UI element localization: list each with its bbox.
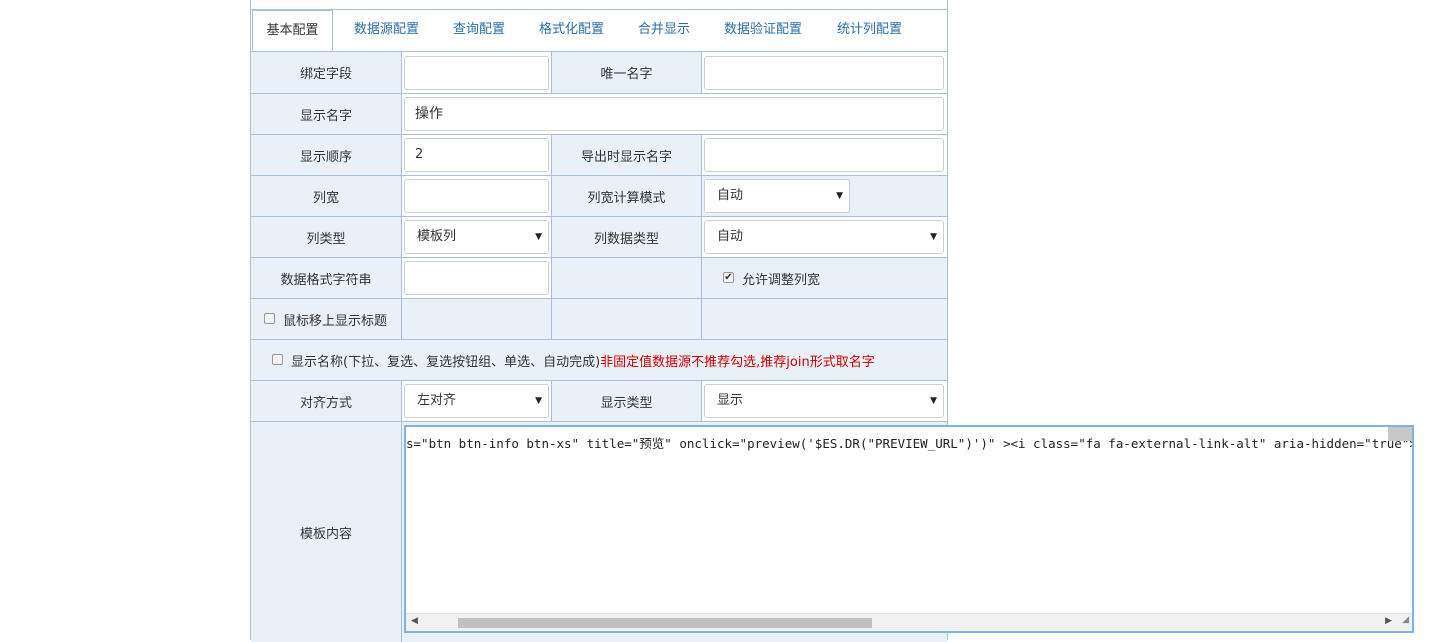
show-name-checkbox[interactable] <box>272 353 283 365</box>
unique-name-cell <box>702 52 947 93</box>
chevron-down-icon: ▼ <box>836 191 843 201</box>
align-value: 左对齐 <box>417 393 457 408</box>
empty-cell <box>702 299 947 339</box>
row-display-order: 显示顺序 2 导出时显示名字 <box>251 135 947 176</box>
bind-field-cell <box>402 52 552 93</box>
export-name-input[interactable] <box>704 138 944 172</box>
vertical-scrollbar[interactable] <box>1388 427 1412 441</box>
chevron-down-icon: ▼ <box>930 232 937 242</box>
display-type-label: 显示类型 <box>552 381 702 421</box>
row-display-name: 显示名字 操作 <box>251 94 947 135</box>
template-label: 模板内容 <box>251 422 402 642</box>
scroll-right-icon[interactable]: ▶ <box>1385 616 1392 626</box>
column-type-label: 列类型 <box>251 217 402 257</box>
scrollbar-thumb[interactable] <box>458 618 872 628</box>
horizontal-scrollbar[interactable]: ◀ ▶ ◢ <box>406 613 1412 631</box>
template-code: s="btn btn-info btn-xs" title="预览" oncli… <box>406 436 1414 451</box>
column-width-label: 列宽 <box>251 176 402 216</box>
column-data-type-select[interactable]: 自动 ▼ <box>704 220 944 254</box>
align-cell: 左对齐 ▼ <box>402 381 552 421</box>
scroll-left-icon[interactable]: ◀ <box>411 616 418 626</box>
hover-title-label: 鼠标移上显示标题 <box>283 313 388 329</box>
tab-statistics-config[interactable]: 统计列配置 <box>837 10 902 50</box>
width-mode-label: 列宽计算模式 <box>552 176 702 216</box>
tab-bar: 基本配置 数据源配置 查询配置 格式化配置 合并显示 数据验证配置 统计列配置 <box>251 10 947 52</box>
tab-query-config[interactable]: 查询配置 <box>453 10 505 50</box>
export-name-cell <box>702 135 947 175</box>
display-type-value: 显示 <box>717 393 744 408</box>
column-data-type-cell: 自动 ▼ <box>702 217 947 257</box>
show-name-label: 显示名称(下拉、复选、复选按钮组、单选、自动完成) <box>291 354 601 370</box>
row-bind-field: 绑定字段 唯一名字 <box>251 52 947 94</box>
width-mode-value: 自动 <box>717 188 744 203</box>
tab-validation-config[interactable]: 数据验证配置 <box>724 10 802 50</box>
format-string-label: 数据格式字符串 <box>251 258 402 298</box>
column-data-type-label: 列数据类型 <box>552 217 702 257</box>
chevron-down-icon: ▼ <box>930 396 937 406</box>
format-string-input[interactable] <box>404 261 549 295</box>
row-format-string: 数据格式字符串 ✔ 允许调整列宽 <box>251 258 947 299</box>
column-type-select[interactable]: 模板列 ▼ <box>404 220 549 254</box>
chevron-down-icon: ▼ <box>535 396 542 406</box>
display-order-input[interactable]: 2 <box>404 138 549 172</box>
bind-field-input[interactable] <box>404 56 549 90</box>
column-type-cell: 模板列 ▼ <box>402 217 552 257</box>
row-column-type: 列类型 模板列 ▼ 列数据类型 自动 ▼ <box>251 217 947 258</box>
template-editor[interactable]: s="btn btn-info btn-xs" title="预览" oncli… <box>404 425 1414 633</box>
hover-title-cell: 鼠标移上显示标题 <box>251 299 402 339</box>
display-type-select[interactable]: 显示 ▼ <box>704 384 944 418</box>
align-label: 对齐方式 <box>251 381 402 421</box>
show-name-warning: 非固定值数据源不推荐勾选,推荐join形式取名字 <box>600 354 875 370</box>
panel-top-bar <box>251 0 947 10</box>
display-order-label: 显示顺序 <box>251 135 402 175</box>
unique-name-input[interactable] <box>704 56 944 90</box>
width-mode-select[interactable]: 自动 ▼ <box>704 179 850 213</box>
export-name-label: 导出时显示名字 <box>552 135 702 175</box>
row-show-name: 显示名称(下拉、复选、复选按钮组、单选、自动完成) 非固定值数据源不推荐勾选,推… <box>251 340 947 381</box>
column-width-cell <box>402 176 552 216</box>
hover-title-checkbox[interactable] <box>264 312 275 324</box>
width-mode-cell: 自动 ▼ <box>702 176 947 216</box>
allow-resize-label: 允许调整列宽 <box>742 272 821 288</box>
column-width-input[interactable] <box>404 179 549 213</box>
unique-name-label: 唯一名字 <box>552 52 702 93</box>
chevron-down-icon: ▼ <box>535 232 542 242</box>
allow-resize-cell: ✔ 允许调整列宽 <box>702 258 947 298</box>
empty-cell <box>552 258 702 298</box>
align-select[interactable]: 左对齐 ▼ <box>404 384 549 418</box>
show-name-cell: 显示名称(下拉、复选、复选按钮组、单选、自动完成) 非固定值数据源不推荐勾选,推… <box>251 340 947 380</box>
display-name-input[interactable]: 操作 <box>404 97 944 131</box>
display-order-cell: 2 <box>402 135 552 175</box>
empty-cell <box>402 299 552 339</box>
format-string-cell <box>402 258 552 298</box>
display-type-cell: 显示 ▼ <box>702 381 947 421</box>
tab-datasource-config[interactable]: 数据源配置 <box>354 10 419 50</box>
column-type-value: 模板列 <box>417 229 457 244</box>
allow-resize-checkbox[interactable]: ✔ <box>723 271 734 283</box>
bind-field-label: 绑定字段 <box>251 52 402 93</box>
row-hover-title: 鼠标移上显示标题 <box>251 299 947 340</box>
resize-handle-icon[interactable]: ◢ <box>1402 615 1409 625</box>
row-column-width: 列宽 列宽计算模式 自动 ▼ <box>251 176 947 217</box>
tab-merge-display[interactable]: 合并显示 <box>638 10 690 50</box>
row-align: 对齐方式 左对齐 ▼ 显示类型 显示 ▼ <box>251 381 947 422</box>
display-name-cell: 操作 <box>402 94 947 134</box>
display-name-label: 显示名字 <box>251 94 402 134</box>
tab-basic-config[interactable]: 基本配置 <box>252 10 333 51</box>
tab-format-config[interactable]: 格式化配置 <box>539 10 604 50</box>
column-data-type-value: 自动 <box>717 229 744 244</box>
empty-cell <box>552 299 702 339</box>
